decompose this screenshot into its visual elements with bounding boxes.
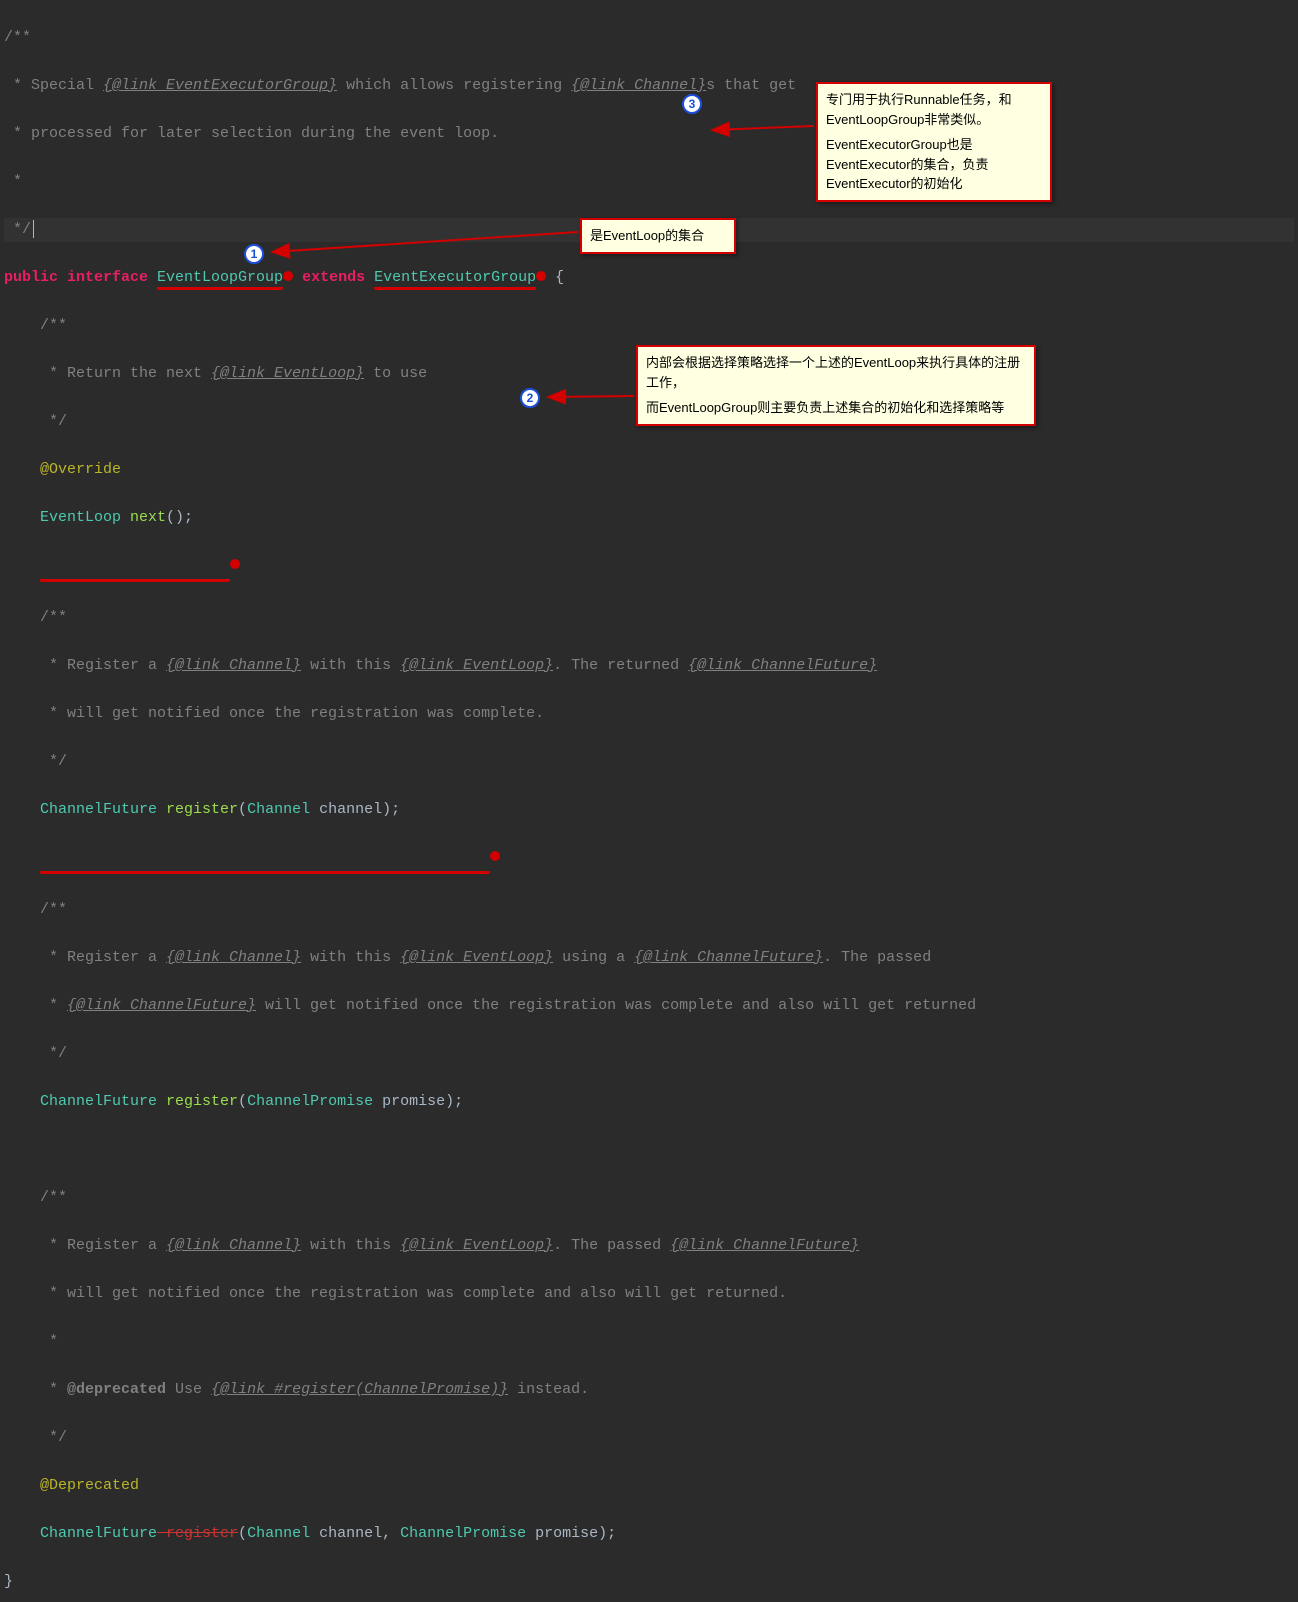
javadoc-line: *: [4, 1333, 58, 1350]
method-next: EventLoop next();: [4, 506, 1294, 530]
javadoc-close: */: [4, 413, 67, 430]
javadoc-open: /**: [4, 1189, 67, 1206]
badge-2: 2: [520, 388, 540, 408]
javadoc-close: */: [4, 221, 31, 238]
javadoc-line: * Register a {@link Channel} with this {…: [4, 1237, 859, 1254]
javadoc-line: * Register a {@link Channel} with this {…: [4, 657, 877, 674]
javadoc-close: */: [4, 1045, 67, 1062]
javadoc-open: /**: [4, 29, 31, 46]
annotation-callout-2: 内部会根据选择策略选择一个上述的EventLoop来执行具体的注册工作， 而Ev…: [636, 345, 1036, 426]
javadoc-line: * {@link ChannelFuture} will get notifie…: [4, 997, 976, 1014]
deprecated-annotation: @Deprecated: [4, 1477, 139, 1494]
underline-row: [4, 554, 1294, 582]
javadoc-open: /**: [4, 609, 67, 626]
badge-3: 3: [682, 94, 702, 114]
javadoc-line: * will get notified once the registratio…: [4, 1285, 787, 1302]
interface-declaration: public interface EventLoopGroup extends …: [4, 266, 1294, 290]
annotation-callout-1: 是EventLoop的集合: [580, 218, 736, 254]
javadoc-line: * will get notified once the registratio…: [4, 705, 544, 722]
override-annotation: @Override: [4, 461, 121, 478]
javadoc-close: */: [4, 753, 67, 770]
badge-1: 1: [244, 244, 264, 264]
javadoc-line: *: [4, 173, 22, 190]
javadoc-line: * Register a {@link Channel} with this {…: [4, 949, 931, 966]
javadoc-line: * Return the next {@link EventLoop} to u…: [4, 365, 427, 382]
text-caret: [33, 220, 34, 238]
javadoc-line: * @deprecated Use {@link #register(Chann…: [4, 1381, 589, 1398]
method-register-channel: ChannelFuture register(Channel channel);: [4, 798, 1294, 822]
method-register-deprecated: ChannelFuture register(Channel channel, …: [4, 1522, 1294, 1546]
javadoc-line: * processed for later selection during t…: [4, 125, 499, 142]
annotation-callout-3: 专门用于执行Runnable任务，和EventLoopGroup非常类似。 Ev…: [816, 82, 1052, 202]
javadoc-open: /**: [4, 317, 67, 334]
javadoc-open: /**: [4, 901, 67, 918]
javadoc-close: */: [4, 1429, 67, 1446]
underline-row: [4, 846, 1294, 874]
javadoc-line: * Special {@link EventExecutorGroup} whi…: [4, 77, 796, 94]
method-register-promise: ChannelFuture register(ChannelPromise pr…: [4, 1090, 1294, 1114]
close-brace: }: [4, 1573, 13, 1590]
